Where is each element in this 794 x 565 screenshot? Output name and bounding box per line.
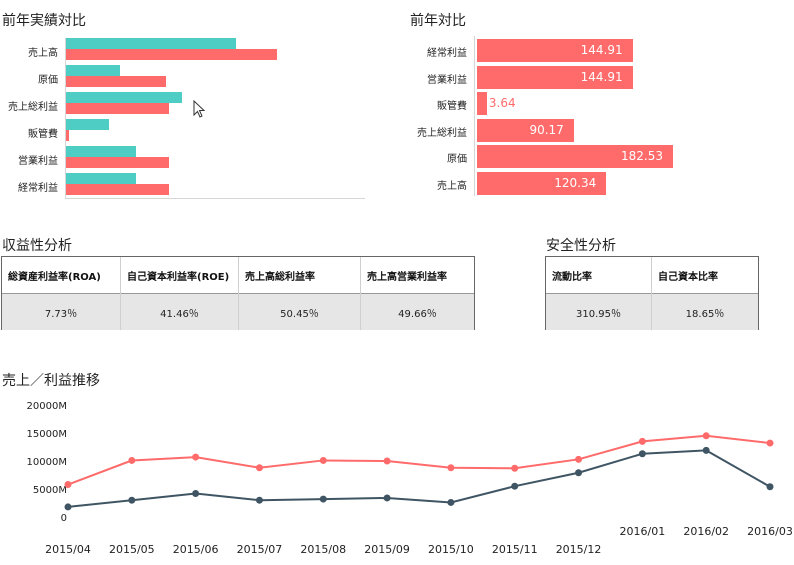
yoy-category-label: 原価 <box>38 75 58 86</box>
trend-series-point-0[interactable] <box>255 464 263 472</box>
trend-series-point-1[interactable] <box>383 494 391 502</box>
yoy-bar-current[interactable] <box>66 119 110 130</box>
yoy-bar-current[interactable] <box>66 38 237 49</box>
trend-series-point-0[interactable] <box>383 457 391 465</box>
trend-x-tick-label: 2016/03 <box>747 525 793 538</box>
profitability-title: 収益性分析 <box>2 238 72 254</box>
trend-y-tick-label: 10000M <box>27 457 67 468</box>
trend-series-point-0[interactable] <box>638 437 646 445</box>
yoy-bar-current[interactable] <box>66 92 183 103</box>
trend-series-point-1[interactable] <box>255 496 263 504</box>
yoy-ratio-axis <box>474 36 475 196</box>
profitability-table: 総資産利益率(ROA) 自己資本利益率(ROE) 売上高総利益率 売上高営業利益… <box>2 257 474 330</box>
value-operating-margin: 49.66％ <box>360 293 474 330</box>
yoy-axis <box>65 38 66 198</box>
yoy-ratio-category-label: 売上高 <box>437 181 467 192</box>
yoy-ratio-category-label: 販管費 <box>437 101 467 112</box>
trend-series-point-1[interactable] <box>638 450 646 458</box>
trend-x-tick-label: 2015/11 <box>492 543 538 556</box>
trend-series-point-1[interactable] <box>64 503 72 511</box>
yoy-ratio-value-label: 3.64 <box>488 96 516 110</box>
trend-series-point-0[interactable] <box>128 456 136 464</box>
trend-series-point-1[interactable] <box>511 482 519 490</box>
yoy-category-label: 経常利益 <box>18 183 58 194</box>
trend-series-point-1[interactable] <box>192 489 200 497</box>
trend-y-tick-label: 5000M <box>33 485 67 496</box>
yoy-ratio-category-label: 売上総利益 <box>417 128 467 139</box>
trend-series-point-0[interactable] <box>192 453 200 461</box>
yoy-ratio-bar[interactable]: 144.91 <box>477 39 633 62</box>
trend-series-line-0 <box>67 434 771 486</box>
trend-series-point-1[interactable] <box>702 446 710 454</box>
yoy-bar-current[interactable] <box>66 146 137 157</box>
trend-x-tick-label: 2016/02 <box>683 525 729 538</box>
trend-title: 売上／利益推移 <box>2 373 100 389</box>
safety-title: 安全性分析 <box>546 238 616 254</box>
header-current-ratio: 流動比率 <box>546 257 652 294</box>
yoy-bar-current[interactable] <box>66 173 137 184</box>
yoy-ratio-category-label: 経常利益 <box>427 48 467 59</box>
yoy-ratio-bar[interactable]: 144.91 <box>477 66 633 89</box>
mouse-cursor-icon <box>193 100 206 118</box>
yoy-ratio-bar[interactable] <box>477 92 487 115</box>
trend-series-point-0[interactable] <box>575 455 583 463</box>
value-roe: 41.46％ <box>120 293 239 330</box>
trend-series-point-0[interactable] <box>64 481 72 489</box>
trend-x-tick-label: 2015/08 <box>300 543 346 556</box>
yoy-bar-previous[interactable] <box>66 184 169 195</box>
trend-series-point-1[interactable] <box>575 469 583 477</box>
header-roe: 自己資本利益率(ROE) <box>120 257 239 294</box>
yoy-bar-previous[interactable] <box>66 157 169 168</box>
trend-y-tick-label: 15000M <box>27 429 67 440</box>
header-roa: 総資産利益率(ROA) <box>2 257 121 294</box>
yoy-category-label: 売上高 <box>28 48 58 59</box>
trend-x-tick-label: 2015/12 <box>556 543 602 556</box>
trend-series-point-0[interactable] <box>319 456 327 464</box>
yoy-bar-previous[interactable] <box>66 130 69 141</box>
profitability-table-frame: 総資産利益率(ROA) 自己資本利益率(ROE) 売上高総利益率 売上高営業利益… <box>1 256 475 330</box>
trend-x-tick-label: 2015/07 <box>237 543 283 556</box>
yoy-ratio-category-label: 営業利益 <box>427 75 467 86</box>
yoy-ratio-bar[interactable]: 90.17 <box>477 119 574 142</box>
trend-series-point-1[interactable] <box>128 496 136 504</box>
yoy-bar-previous[interactable] <box>66 49 277 60</box>
header-equity-ratio: 自己資本比率 <box>651 257 758 294</box>
trend-series-point-0[interactable] <box>511 464 519 472</box>
trend-y-tick-label: 0 <box>61 513 67 524</box>
value-roa: 7.73％ <box>2 293 121 330</box>
safety-table-frame: 流動比率 自己資本比率 310.95％ 18.65％ <box>545 256 759 330</box>
value-equity-ratio: 18.65％ <box>651 293 758 330</box>
trend-x-tick-label: 2015/06 <box>173 543 219 556</box>
trend-series-point-1[interactable] <box>319 495 327 503</box>
yoy-bar-current[interactable] <box>66 65 120 76</box>
yoy-title: 前年実績対比 <box>2 13 86 29</box>
value-current-ratio: 310.95％ <box>546 293 652 330</box>
trend-series-point-0[interactable] <box>766 439 774 447</box>
yoy-bar-previous[interactable] <box>66 103 169 114</box>
trend-y-tick-label: 20000M <box>27 401 67 412</box>
safety-table: 流動比率 自己資本比率 310.95％ 18.65％ <box>546 257 758 330</box>
yoy-baseline <box>65 198 365 199</box>
yoy-ratio-title: 前年対比 <box>410 13 466 29</box>
header-operating-margin: 売上高営業利益率 <box>360 257 474 294</box>
trend-chart: 0 5000M 10000M 15000M 20000M 2015/04 2015/05 20… <box>27 401 793 556</box>
yoy-bar-previous[interactable] <box>66 76 166 87</box>
header-gross-margin: 売上高総利益率 <box>238 257 361 294</box>
trend-x-tick-label: 2015/09 <box>364 543 410 556</box>
yoy-category-label: 営業利益 <box>18 156 58 167</box>
trend-x-tick-label: 2015/05 <box>109 543 155 556</box>
yoy-ratio-category-label: 原価 <box>447 154 467 165</box>
trend-series-point-1[interactable] <box>766 483 774 491</box>
trend-series-point-0[interactable] <box>447 464 455 472</box>
yoy-ratio-bar[interactable]: 182.53 <box>477 145 673 168</box>
trend-x-tick-label: 2015/04 <box>45 543 91 556</box>
trend-x-tick-label: 2015/10 <box>428 543 474 556</box>
trend-series-point-0[interactable] <box>702 432 710 440</box>
yoy-category-label: 売上総利益 <box>8 102 58 113</box>
trend-x-tick-label: 2016/01 <box>620 525 666 538</box>
yoy-category-label: 販管費 <box>28 129 58 140</box>
value-gross-margin: 50.45％ <box>238 293 361 330</box>
yoy-ratio-bar[interactable]: 120.34 <box>477 172 607 195</box>
trend-series-point-1[interactable] <box>447 498 455 506</box>
